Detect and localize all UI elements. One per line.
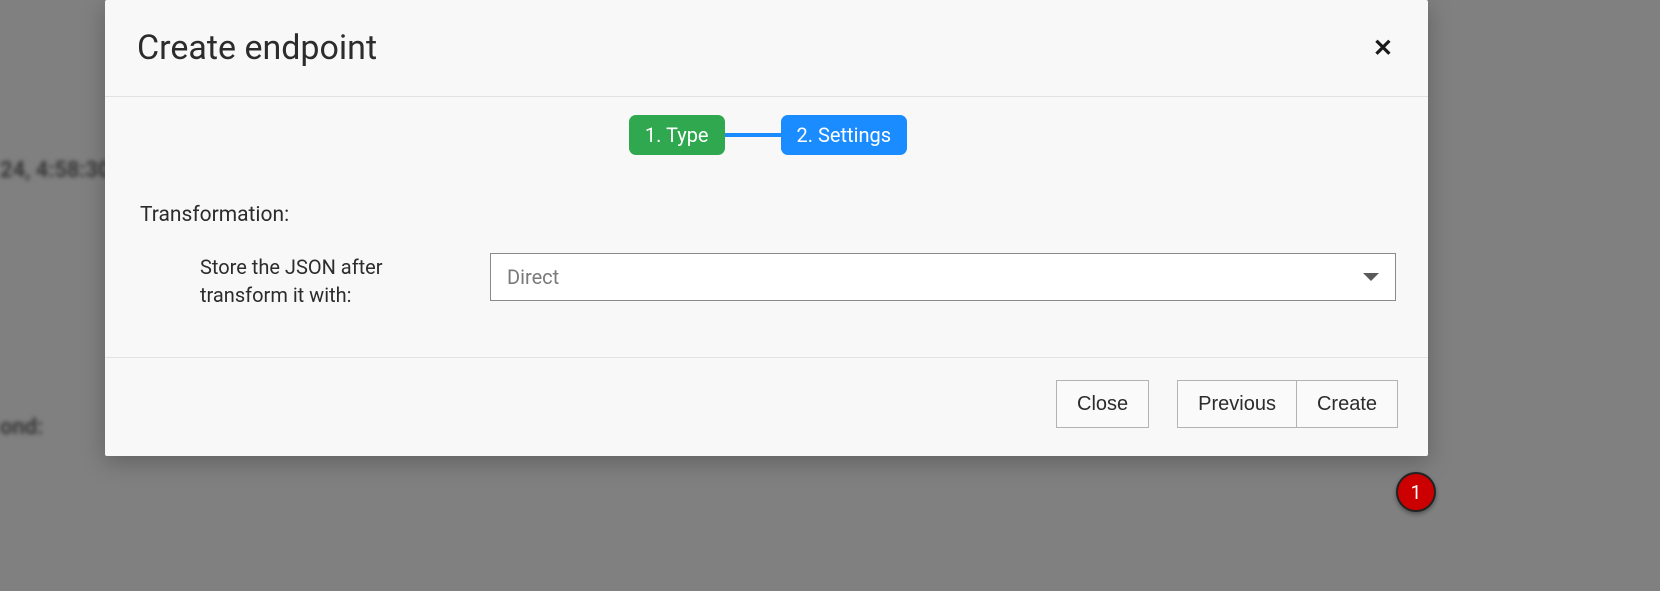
- form-row-transform: Store the JSON after transform it with: …: [140, 253, 1396, 309]
- step-connector: [725, 133, 781, 137]
- background-label-fragment: ond:: [0, 415, 43, 440]
- background-timestamp: 24, 4:58:30: [0, 158, 111, 183]
- modal-footer: Close Previous Create: [105, 357, 1428, 456]
- transform-select[interactable]: Direct: [490, 253, 1396, 301]
- section-label-transformation: Transformation:: [140, 203, 1396, 227]
- annotation-badge: 1: [1396, 472, 1436, 512]
- footer-button-group: Previous Create: [1177, 380, 1398, 428]
- step-type[interactable]: 1. Type: [629, 115, 725, 155]
- create-endpoint-modal: Create endpoint ✕ 1. Type 2. Settings Tr…: [105, 0, 1428, 456]
- modal-body: 1. Type 2. Settings Transformation: Stor…: [105, 97, 1428, 357]
- previous-button[interactable]: Previous: [1177, 380, 1297, 428]
- close-icon[interactable]: ✕: [1373, 36, 1393, 60]
- caret-down-icon: [1363, 273, 1379, 281]
- step-settings[interactable]: 2. Settings: [781, 115, 908, 155]
- close-button[interactable]: Close: [1056, 380, 1149, 428]
- label-transform-with: Store the JSON after transform it with:: [200, 253, 470, 309]
- transform-select-wrapper: Direct: [490, 253, 1396, 301]
- modal-header: Create endpoint ✕: [105, 0, 1428, 97]
- create-button[interactable]: Create: [1297, 380, 1398, 428]
- modal-title: Create endpoint: [137, 28, 377, 68]
- transform-select-value: Direct: [507, 265, 559, 289]
- wizard-stepper: 1. Type 2. Settings: [140, 115, 1396, 155]
